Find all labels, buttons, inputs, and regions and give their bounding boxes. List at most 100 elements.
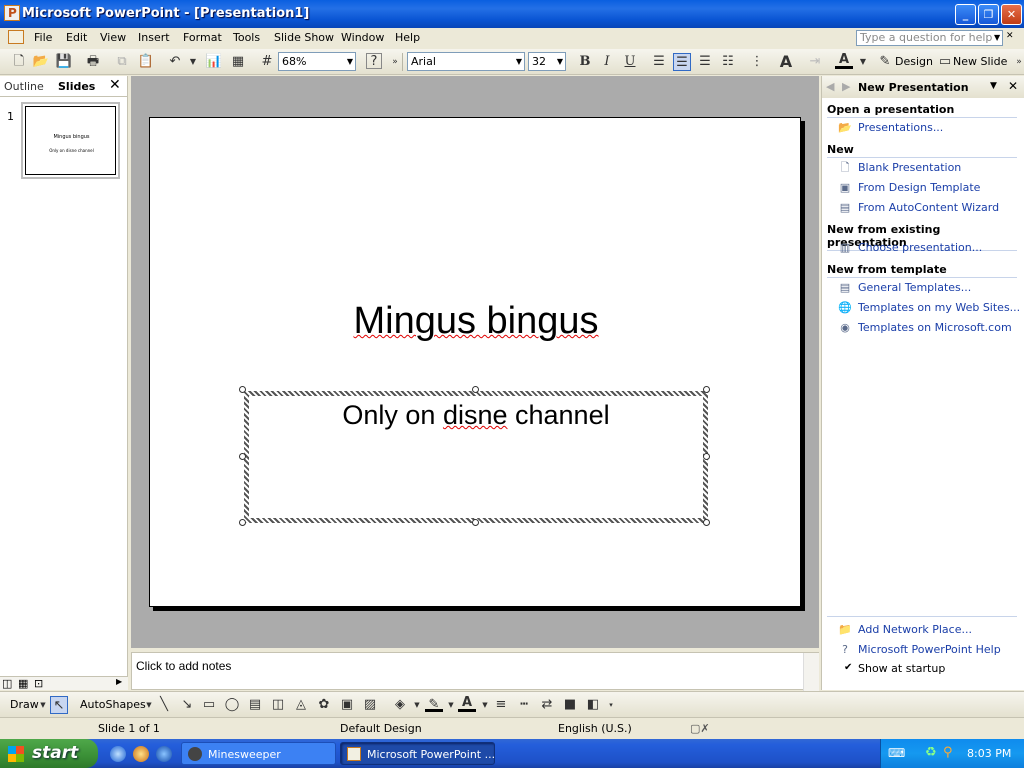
rectangle-tool-icon[interactable]: ▭: [200, 696, 218, 714]
menu-file[interactable]: File: [34, 31, 52, 44]
new-slide-icon[interactable]: ▭: [936, 53, 954, 71]
justify-icon[interactable]: ☷: [719, 53, 737, 71]
undo-icon[interactable]: ↶: [166, 53, 184, 71]
slide-sorter-view-icon[interactable]: ▦: [18, 677, 28, 690]
resize-handle-ne[interactable]: [703, 386, 710, 393]
menu-format[interactable]: Format: [183, 31, 222, 44]
quicklaunch-app-icon[interactable]: [133, 746, 149, 762]
back-arrow-icon[interactable]: ◀: [826, 80, 834, 93]
select-pointer-icon[interactable]: ↖: [50, 696, 68, 714]
zoom-dropdown-icon[interactable]: ▼: [347, 53, 353, 70]
dash-style-icon[interactable]: ┅: [515, 696, 533, 714]
link-web-templates[interactable]: Templates on my Web Sites...: [858, 301, 1020, 314]
font-size-dropdown-icon[interactable]: ▼: [557, 53, 563, 70]
document-icon[interactable]: [8, 30, 24, 44]
help-dropdown-icon[interactable]: ▼: [994, 33, 1000, 42]
zoom-combo[interactable]: 68% ▼: [278, 52, 356, 71]
restore-button[interactable]: ❐: [978, 4, 999, 25]
oval-tool-icon[interactable]: ◯: [223, 696, 241, 714]
show-at-startup-checkbox[interactable]: ✔: [844, 662, 852, 673]
picture-icon[interactable]: ▨: [361, 696, 379, 714]
notes-pane[interactable]: Click to add notes: [131, 652, 819, 691]
design-button[interactable]: Design: [895, 55, 933, 68]
internet-explorer-icon[interactable]: [110, 746, 126, 762]
link-microsoft-templates[interactable]: Templates on Microsoft.com: [858, 321, 1012, 334]
line-tool-icon[interactable]: ╲: [155, 696, 173, 714]
keyboard-tray-icon[interactable]: ⌨: [888, 746, 905, 760]
insert-picture-icon[interactable]: ▣: [338, 696, 356, 714]
menubar-close-icon[interactable]: ✕: [1006, 31, 1014, 41]
autoshapes-button[interactable]: AutoShapes: [80, 698, 146, 711]
resize-handle-w[interactable]: [239, 453, 246, 460]
spelling-status-icon[interactable]: ▢✗: [690, 722, 710, 735]
font-combo[interactable]: Arial ▼: [407, 52, 525, 71]
open-icon[interactable]: 📂: [32, 53, 50, 71]
link-autocontent-wizard[interactable]: From AutoContent Wizard: [858, 201, 999, 214]
line-style-icon[interactable]: ≡: [492, 696, 510, 714]
notes-placeholder[interactable]: Click to add notes: [136, 659, 231, 673]
underline-button[interactable]: U: [621, 53, 639, 71]
font-size-combo[interactable]: 32 ▼: [528, 52, 566, 71]
bullets-icon[interactable]: ⋮: [748, 53, 766, 71]
drawbar-font-color-icon[interactable]: A: [458, 696, 476, 712]
pane-close-icon[interactable]: ✕: [109, 77, 121, 93]
resize-handle-se[interactable]: [703, 519, 710, 526]
tab-outline[interactable]: Outline: [4, 80, 44, 93]
forward-arrow-icon[interactable]: ▶: [842, 80, 850, 93]
undo-dropdown-icon[interactable]: ▼: [184, 53, 202, 71]
help-icon[interactable]: ?: [366, 53, 382, 69]
arrow-style-icon[interactable]: ⇄: [538, 696, 556, 714]
3d-style-icon[interactable]: ◧: [584, 696, 602, 714]
link-choose-presentation[interactable]: Choose presentation...: [858, 241, 982, 254]
help-search-input[interactable]: Type a question for help: [856, 30, 1003, 46]
text-box-icon[interactable]: ▤: [246, 696, 264, 714]
paste-icon[interactable]: 📋: [137, 53, 155, 71]
fill-color-dropdown-icon[interactable]: ▼: [408, 696, 426, 714]
align-left-icon[interactable]: ☰: [650, 53, 668, 71]
font-dropdown-icon[interactable]: ▼: [516, 53, 522, 70]
font-color-dropdown-icon[interactable]: ▼: [854, 53, 872, 71]
new-icon[interactable]: 🗋: [10, 53, 28, 71]
link-powerpoint-help[interactable]: Microsoft PowerPoint Help: [858, 643, 1001, 656]
subtitle-placeholder[interactable]: Only on disne channel: [244, 391, 708, 523]
link-general-templates[interactable]: General Templates...: [858, 281, 971, 294]
insert-table-icon[interactable]: ▦: [229, 53, 247, 71]
slide-title[interactable]: Mingus bingus: [150, 300, 802, 343]
taskbar-powerpoint[interactable]: Microsoft PowerPoint ...: [340, 742, 495, 765]
resize-handle-n[interactable]: [472, 386, 479, 393]
resize-handle-s[interactable]: [472, 519, 479, 526]
close-button[interactable]: ✕: [1001, 4, 1022, 25]
align-right-icon[interactable]: ☰: [696, 53, 714, 71]
resize-handle-sw[interactable]: [239, 519, 246, 526]
task-pane-close-icon[interactable]: ✕: [1008, 79, 1018, 93]
slide-show-view-icon[interactable]: ⊡: [34, 677, 43, 690]
shadow-style-icon[interactable]: ■: [561, 696, 579, 714]
menu-edit[interactable]: Edit: [66, 31, 87, 44]
clip-art-icon[interactable]: ✿: [315, 696, 333, 714]
minimize-button[interactable]: _: [955, 4, 976, 25]
toolbar-overflow-icon[interactable]: »: [1010, 53, 1024, 71]
bold-button[interactable]: B: [576, 53, 594, 71]
fill-color-icon[interactable]: ◈: [391, 696, 409, 714]
powerpoint-app-icon[interactable]: [4, 5, 20, 21]
normal-view-icon[interactable]: ◫: [2, 677, 12, 690]
italic-button[interactable]: I: [598, 53, 616, 71]
menu-tools[interactable]: Tools: [233, 31, 260, 44]
show-grid-icon[interactable]: #: [258, 53, 276, 71]
drawbar-options-icon[interactable]: ▾: [602, 696, 620, 714]
align-center-icon[interactable]: ☰: [673, 53, 691, 71]
taskbar-minesweeper[interactable]: Minesweeper: [181, 742, 336, 765]
line-color-icon[interactable]: ✎: [425, 696, 443, 712]
link-blank-presentation[interactable]: Blank Presentation: [858, 161, 961, 174]
title-bar[interactable]: Microsoft PowerPoint - [Presentation1] _…: [0, 0, 1024, 28]
menu-slide-show[interactable]: Slide Show: [274, 31, 334, 44]
new-slide-button[interactable]: New Slide: [953, 55, 1007, 68]
diagram-icon[interactable]: ◬: [292, 696, 310, 714]
resize-handle-nw[interactable]: [239, 386, 246, 393]
link-presentations[interactable]: Presentations...: [858, 121, 943, 134]
network-tray-icon[interactable]: ♻: [925, 745, 937, 760]
link-add-network-place[interactable]: Add Network Place...: [858, 623, 972, 636]
menu-insert[interactable]: Insert: [138, 31, 170, 44]
tab-slides[interactable]: Slides: [58, 80, 95, 93]
wordart-icon[interactable]: ◫: [269, 696, 287, 714]
